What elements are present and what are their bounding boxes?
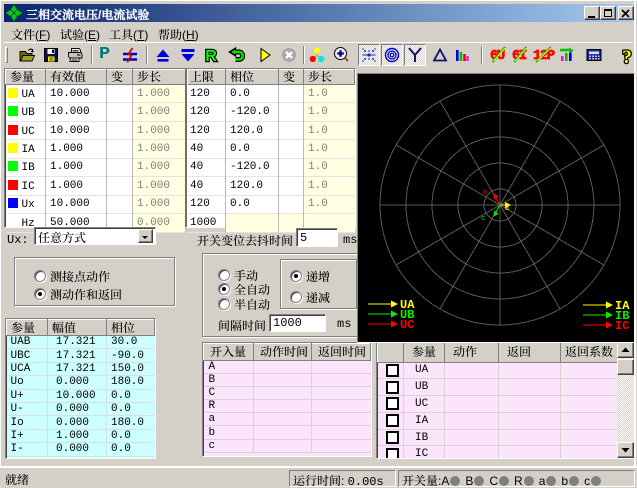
svg-text:IC: IC <box>615 319 629 333</box>
svg-text:c: c <box>481 215 485 223</box>
svg-text:R: R <box>205 48 217 63</box>
svg-text:UC: UC <box>400 318 414 332</box>
svg-text:?: ? <box>622 47 632 65</box>
svg-text:a: a <box>505 205 509 213</box>
svg-text:b: b <box>483 189 487 197</box>
